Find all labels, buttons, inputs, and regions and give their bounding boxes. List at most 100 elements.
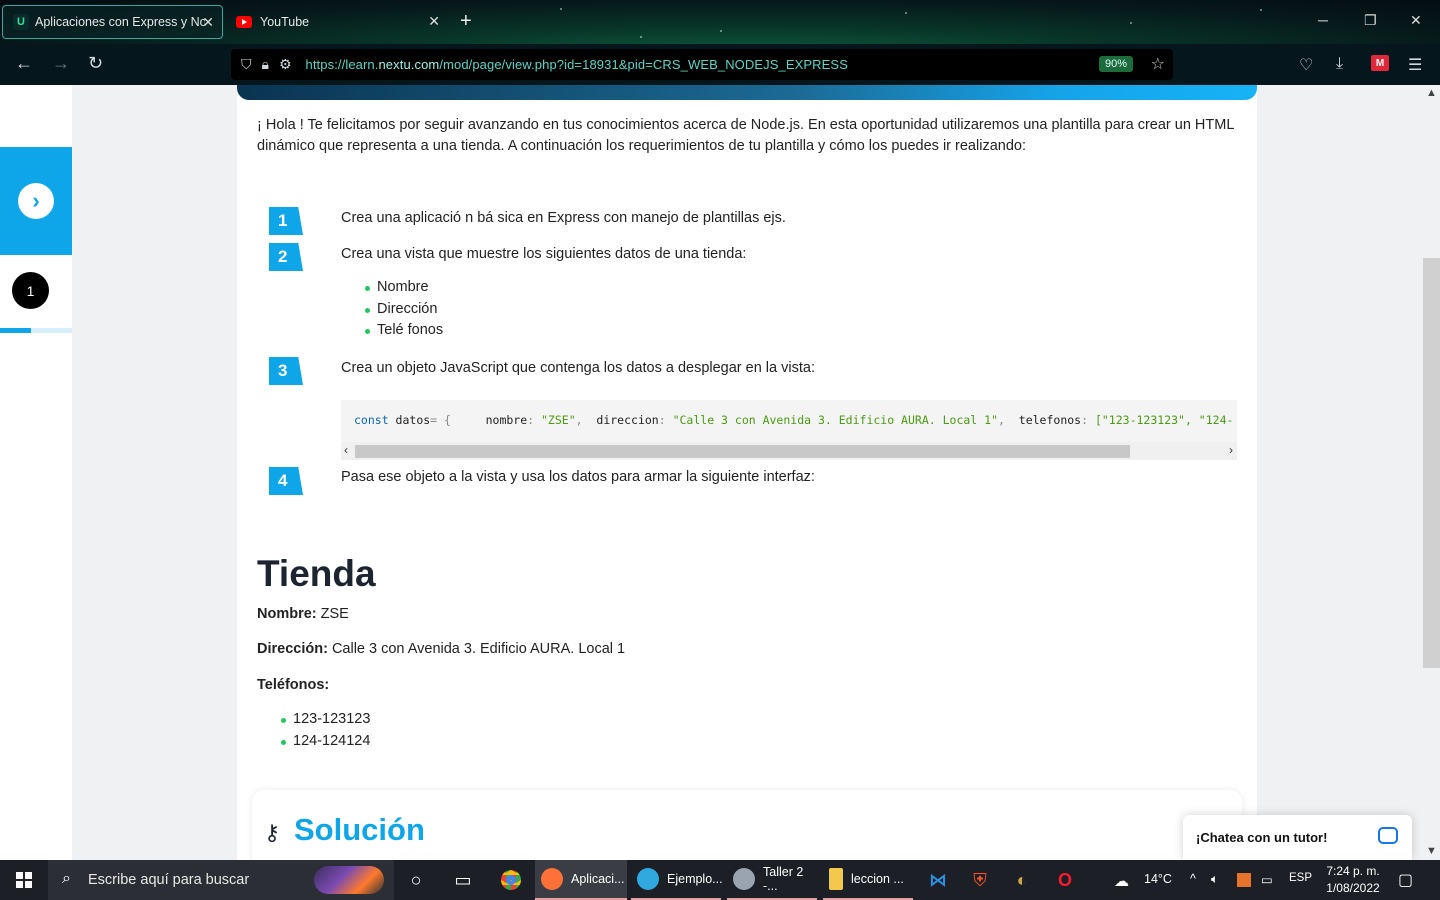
horizontal-scrollbar[interactable]: ‹ › bbox=[341, 442, 1237, 460]
close-icon[interactable]: ✕ bbox=[202, 14, 214, 31]
edge-icon bbox=[637, 868, 659, 890]
league-client-icon[interactable]: ◐ bbox=[1010, 868, 1034, 892]
permissions-icon[interactable]: ⚙ bbox=[279, 56, 292, 73]
close-icon[interactable]: ✕ bbox=[428, 13, 440, 30]
chat-bubble-icon bbox=[1378, 827, 1398, 844]
taskbar-search[interactable]: ⌕ Escribe aquí para buscar bbox=[48, 860, 394, 900]
notifications-icon[interactable]: ▢ bbox=[1398, 870, 1413, 890]
chevron-right-icon: › bbox=[18, 183, 54, 219]
lesson-banner bbox=[237, 85, 1257, 100]
step-progress-bar bbox=[0, 328, 31, 333]
list-item: 124-124124 bbox=[281, 731, 370, 753]
step-badge: 2 bbox=[269, 243, 303, 271]
vertical-scrollbar[interactable]: ▲ ▼ bbox=[1423, 85, 1440, 860]
restore-button[interactable]: ❐ bbox=[1364, 12, 1377, 29]
list-item: Nombre bbox=[365, 277, 443, 299]
browser-navbar: ← → ↻ ⛉ 🔒︎ ⚙ https://learn.nextu.com/mod… bbox=[0, 44, 1440, 85]
cortana-icon[interactable]: ○ bbox=[404, 868, 428, 892]
youtube-icon bbox=[236, 16, 252, 28]
zoom-indicator[interactable]: 90% bbox=[1098, 56, 1133, 72]
back-button[interactable]: ← bbox=[15, 53, 33, 74]
windows-taskbar: ⌕ Escribe aquí para buscar ○ ▭ Aplicaci.… bbox=[0, 860, 1440, 900]
address-bar[interactable]: ⛉ 🔒︎ ⚙ https://learn.nextu.com/mod/page/… bbox=[231, 49, 1173, 80]
vscode-icon[interactable]: ⋈ bbox=[926, 868, 950, 892]
weather-icon[interactable]: ☁ bbox=[1114, 872, 1129, 890]
language-indicator[interactable]: ESP bbox=[1289, 872, 1312, 884]
menu-icon[interactable]: ☰ bbox=[1408, 55, 1422, 75]
page-viewport: › 1 ¡ Hola ! Te felicitamos por seguir a… bbox=[0, 85, 1440, 860]
taskbar-clock[interactable]: 7:24 p. m. 1/08/2022 bbox=[1318, 863, 1388, 897]
firefox-icon bbox=[541, 868, 563, 890]
forward-button[interactable]: → bbox=[52, 53, 70, 74]
step-number: 1 bbox=[12, 272, 49, 309]
opera-icon[interactable]: O bbox=[1053, 868, 1077, 892]
direccion-field: Dirección: Calle 3 con Avenida 3. Edific… bbox=[257, 641, 626, 657]
search-placeholder: Escribe aquí para buscar bbox=[88, 872, 250, 888]
windows-start-icon[interactable] bbox=[16, 872, 32, 888]
solution-card: ⚷ Solución bbox=[252, 790, 1242, 860]
key-icon: ⚷ bbox=[264, 820, 281, 845]
new-tab-button[interactable]: + bbox=[460, 10, 472, 33]
search-icon: ⌕ bbox=[62, 870, 71, 887]
brave-icon[interactable]: ⛨ bbox=[968, 868, 992, 892]
lesson-content: ¡ Hola ! Te felicitamos por seguir avanz… bbox=[237, 85, 1257, 860]
paint-icon bbox=[733, 868, 755, 890]
task-view-icon[interactable]: ▭ bbox=[451, 868, 475, 892]
sidebar-toggle-button[interactable]: › bbox=[0, 147, 72, 255]
udemy-favicon-icon: U bbox=[13, 14, 29, 30]
browser-tab-bar: U Aplicaciones con Express y Node ✕ YouT… bbox=[0, 0, 1440, 44]
scroll-up-icon[interactable]: ▲ bbox=[1426, 87, 1437, 99]
scroll-right-icon[interactable]: › bbox=[1229, 443, 1233, 457]
chat-widget[interactable]: ¡Chatea con un tutor! bbox=[1183, 815, 1412, 860]
scroll-down-icon[interactable]: ▼ bbox=[1426, 845, 1437, 857]
tab-youtube[interactable]: YouTube ✕ bbox=[228, 5, 448, 39]
lock-icon[interactable]: 🔒︎ bbox=[262, 56, 269, 73]
search-highlight-image bbox=[314, 866, 384, 894]
volume-icon[interactable]: 🔈︎ bbox=[1211, 872, 1219, 887]
step-badge: 4 bbox=[269, 467, 303, 495]
chevron-up-icon[interactable]: ^ bbox=[1190, 872, 1196, 886]
step-text: Crea una aplicació n bá sica en Express … bbox=[341, 210, 786, 226]
download-icon[interactable]: ⤓ bbox=[1336, 55, 1343, 73]
app-tray-icon[interactable] bbox=[1237, 873, 1251, 887]
tab-aplicaciones[interactable]: U Aplicaciones con Express y Node ✕ bbox=[2, 5, 223, 39]
network-icon[interactable]: ▭ bbox=[1261, 872, 1273, 887]
weather-temp[interactable]: 14°C bbox=[1144, 872, 1172, 886]
minimize-button[interactable]: ─ bbox=[1318, 12, 1328, 28]
store-fields-list: Nombre Dirección Telé fonos bbox=[365, 277, 443, 342]
taskbar-app-firefox[interactable]: Aplicaci... bbox=[535, 860, 627, 900]
scrollbar-thumb[interactable] bbox=[355, 445, 1130, 458]
chrome-icon[interactable] bbox=[499, 868, 523, 892]
url-text[interactable]: https://learn.nextu.com/mod/page/view.ph… bbox=[306, 57, 848, 72]
step-badge: 1 bbox=[269, 207, 303, 235]
tab-title: YouTube bbox=[260, 15, 310, 29]
extension-icon[interactable]: M bbox=[1371, 55, 1389, 71]
list-item: Telé fonos bbox=[365, 320, 443, 342]
step-text: Crea una vista que muestre los siguiente… bbox=[341, 246, 747, 262]
step-text: Pasa ese objeto a la vista y usa los dat… bbox=[341, 469, 815, 485]
tab-title: Aplicaciones con Express y Node bbox=[35, 15, 205, 29]
telefonos-field: Teléfonos: bbox=[257, 677, 330, 693]
folder-icon bbox=[829, 868, 843, 890]
step-badge: 3 bbox=[269, 357, 303, 385]
code-line: const datos= { nombre: "ZSE", direccion:… bbox=[354, 413, 1234, 427]
tienda-heading: Tienda bbox=[257, 553, 376, 594]
window-close-button[interactable]: ✕ bbox=[1410, 12, 1422, 29]
sidebar-step-item[interactable]: 1 bbox=[0, 255, 72, 333]
taskbar-app-explorer[interactable]: leccion ... bbox=[823, 860, 913, 900]
bookmark-star-icon[interactable]: ☆ bbox=[1151, 54, 1165, 74]
step-text: Crea un objeto JavaScript que contenga l… bbox=[341, 360, 815, 376]
taskbar-app-paint[interactable]: Taller 2 -... bbox=[727, 860, 817, 900]
scroll-left-icon[interactable]: ‹ bbox=[344, 443, 348, 457]
telefonos-list: 123-123123 124-124124 bbox=[281, 709, 370, 752]
pocket-icon[interactable]: ♡ bbox=[1299, 55, 1313, 75]
list-item: Dirección bbox=[365, 299, 443, 321]
scrollbar-thumb[interactable] bbox=[1423, 258, 1440, 668]
shield-icon[interactable]: ⛉ bbox=[241, 56, 252, 73]
solution-heading: Solución bbox=[294, 812, 425, 847]
code-block[interactable]: const datos= { nombre: "ZSE", direccion:… bbox=[341, 400, 1237, 460]
reload-button[interactable]: ↻ bbox=[88, 53, 103, 74]
nombre-field: Nombre: ZSE bbox=[257, 606, 349, 622]
taskbar-app-edge[interactable]: Ejemplo... bbox=[631, 860, 723, 900]
intro-paragraph: ¡ Hola ! Te felicitamos por seguir avanz… bbox=[257, 117, 1234, 154]
